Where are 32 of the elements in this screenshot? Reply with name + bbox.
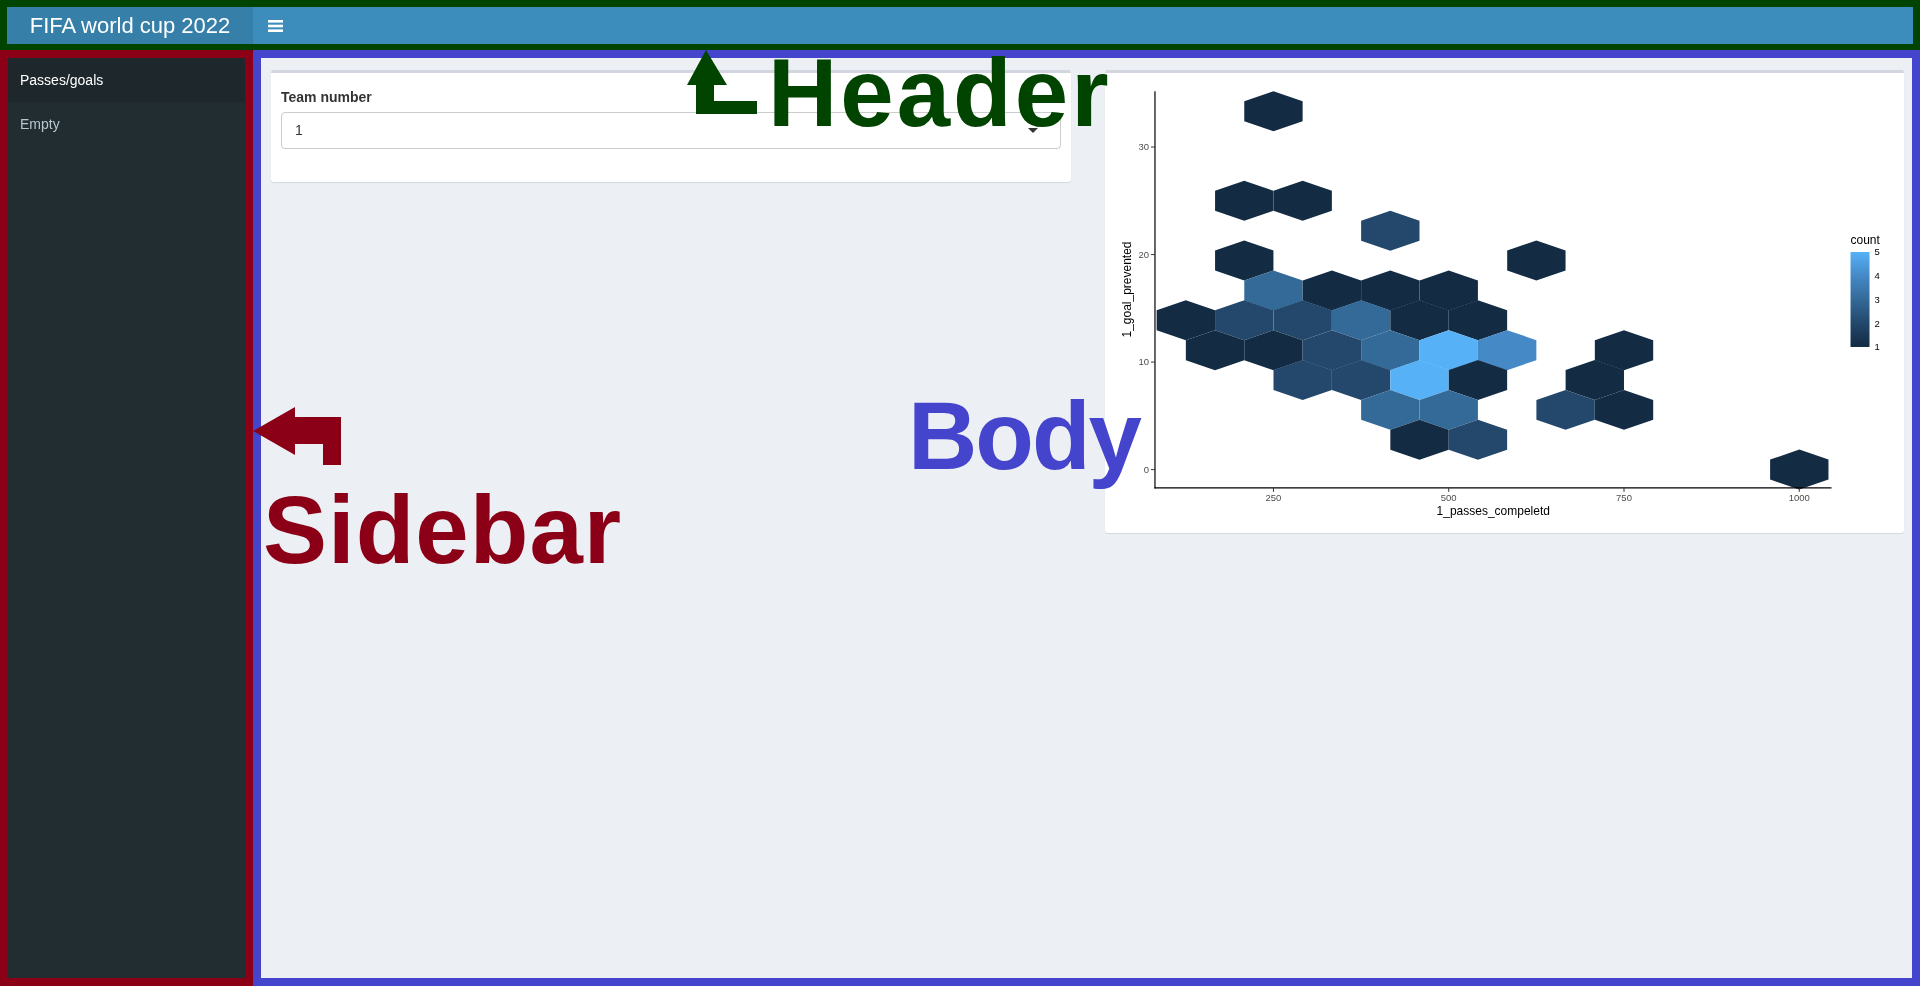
axis-tick-label: 250 bbox=[1265, 491, 1281, 503]
sidebar-menu-item[interactable]: Empty bbox=[8, 102, 245, 146]
menu-icon bbox=[268, 19, 283, 32]
legend-tick-label: 3 bbox=[1874, 293, 1880, 305]
legend-tick-label: 1 bbox=[1874, 341, 1880, 353]
legend-tick-label: 5 bbox=[1874, 246, 1880, 258]
legend-tick-label: 2 bbox=[1874, 317, 1880, 329]
legend-title: count bbox=[1850, 233, 1880, 248]
legend-tick-label: 4 bbox=[1874, 270, 1880, 282]
caret-icon bbox=[1027, 128, 1038, 133]
tick-mark bbox=[1272, 487, 1274, 493]
axis-tick-label: 20 bbox=[1137, 248, 1149, 260]
tick-mark bbox=[1150, 146, 1155, 148]
tick-mark bbox=[1150, 469, 1155, 471]
annotation-label: Sidebar bbox=[263, 494, 623, 566]
app-title: FIFA world cup 2022 bbox=[7, 7, 253, 44]
axis-tick-label: 0 bbox=[1143, 464, 1149, 475]
field-label: Team number bbox=[281, 88, 372, 107]
tick-mark bbox=[1623, 487, 1624, 493]
axis-tick-label: 10 bbox=[1137, 356, 1149, 368]
tick-mark bbox=[1150, 254, 1155, 256]
tick-mark bbox=[1798, 487, 1800, 493]
axis-title: 1_passes_compeletd bbox=[1436, 503, 1550, 518]
axis-tick-label: 1000 bbox=[1788, 491, 1810, 503]
annotation-label: Body bbox=[908, 382, 1140, 490]
axis-tick-label: 30 bbox=[1137, 141, 1149, 153]
sidebar-menu-item[interactable]: Passes/goals bbox=[8, 58, 245, 102]
tick-mark bbox=[1150, 361, 1155, 363]
axis-tick-label: 750 bbox=[1615, 491, 1632, 503]
tick-mark bbox=[1447, 487, 1449, 493]
axis-tick-label: 500 bbox=[1440, 491, 1457, 503]
axis-title: 1_goal_prevented bbox=[1119, 241, 1134, 338]
